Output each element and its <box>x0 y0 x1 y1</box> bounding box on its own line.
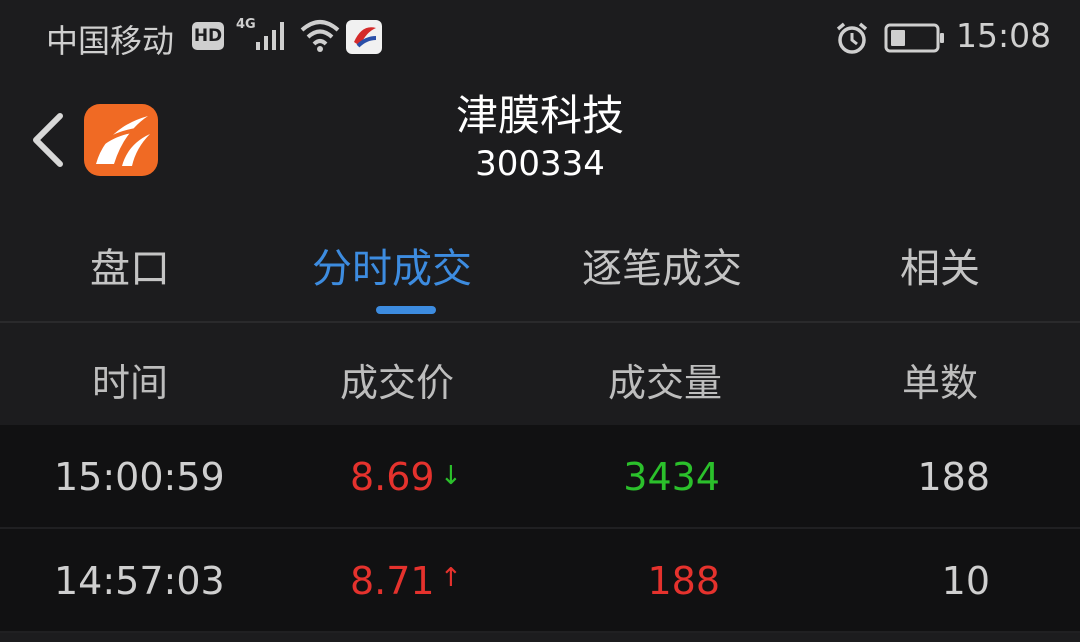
trade-price: 8.71 <box>350 559 435 603</box>
stock-name: 津膜科技 <box>455 91 624 140</box>
tab-tick-trades[interactable]: 逐笔成交 <box>582 236 742 294</box>
carrier-name: 中国移动 <box>46 22 175 60</box>
stock-code: 300334 <box>475 144 605 184</box>
divider <box>0 321 1080 323</box>
trade-volume: 188 <box>647 559 720 603</box>
column-header-time: 时间 <box>92 361 169 405</box>
trade-time: 14:57:03 <box>54 559 225 603</box>
trade-count: 188 <box>917 455 990 499</box>
tab-minute-trades[interactable]: 分时成交 <box>312 236 472 294</box>
trade-volume: 3434 <box>623 455 720 499</box>
column-header-count: 单数 <box>902 361 979 405</box>
network-type-label: 4G <box>236 17 256 32</box>
trade-time: 15:00:59 <box>54 455 225 499</box>
hd-badge-icon: HD <box>192 22 224 50</box>
wifi-icon <box>298 16 342 60</box>
app-notification-icon <box>346 20 382 54</box>
tab-bar: 盘口 分时成交 逐笔成交 相关 <box>0 236 1080 322</box>
alarm-icon <box>834 20 870 60</box>
status-time: 15:08 <box>956 16 1052 55</box>
trade-price: 8.69 <box>350 455 435 499</box>
status-bar: 中国移动 HD 4G 15:08 <box>0 0 1080 76</box>
trade-count: 10 <box>941 559 990 603</box>
table-row[interactable]: 15:00:59 8.69 ↓ 3434 188 <box>0 425 1080 527</box>
table-row[interactable]: 14:57:03 8.71 ↑ 188 10 <box>0 529 1080 631</box>
price-up-arrow-icon: ↑ <box>440 563 462 593</box>
column-header-volume: 成交量 <box>608 361 723 405</box>
column-header-price: 成交价 <box>340 361 455 405</box>
tab-order-book[interactable]: 盘口 <box>90 236 170 294</box>
signal-icon: 4G <box>236 14 292 60</box>
row-divider <box>0 631 1080 633</box>
battery-icon <box>884 22 946 58</box>
price-down-arrow-icon: ↓ <box>440 461 462 491</box>
tab-related[interactable]: 相关 <box>900 236 980 294</box>
active-tab-indicator <box>376 306 436 314</box>
